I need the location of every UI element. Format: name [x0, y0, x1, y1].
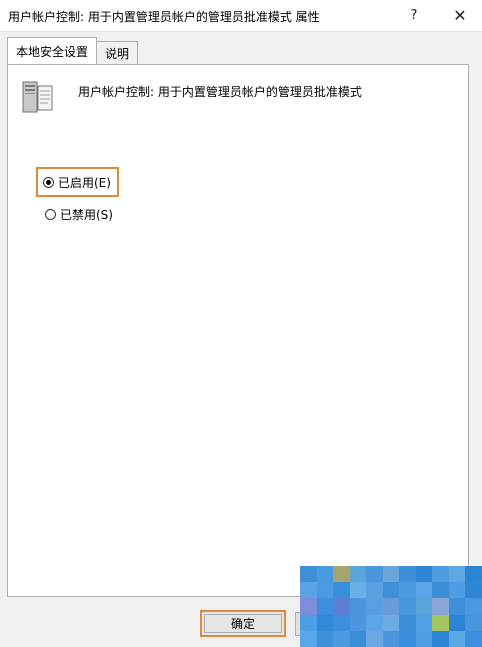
mosaic-cell — [333, 630, 350, 647]
mosaic-cell — [432, 614, 449, 631]
mosaic-cell — [432, 582, 449, 599]
mosaic-cell — [349, 614, 367, 631]
mosaic-cell — [382, 566, 400, 583]
enabled-option[interactable]: 已启用(E) — [36, 167, 119, 197]
disabled-label: 已禁用(S) — [60, 208, 113, 222]
mosaic-cell — [465, 582, 482, 599]
mosaic-cell — [300, 614, 317, 631]
title-bar: 用户帐户控制: 用于内置管理员帐户的管理员批准模式 属性 ? ✕ — [0, 0, 482, 32]
mosaic-cell — [349, 566, 367, 583]
mosaic-cell — [448, 614, 466, 631]
mosaic-cell — [415, 614, 433, 631]
tab-local-security-setting[interactable]: 本地安全设置 — [7, 37, 98, 64]
mosaic-cell — [333, 598, 350, 615]
mosaic-cell — [465, 598, 482, 615]
mosaic-cell — [415, 598, 433, 615]
mosaic-cell — [333, 582, 350, 599]
mosaic-cell — [349, 630, 367, 647]
disabled-option[interactable]: 已禁用(S) — [45, 206, 113, 223]
mosaic-cell — [382, 582, 400, 599]
mosaic-cell — [300, 566, 317, 583]
window-title: 用户帐户控制: 用于内置管理员帐户的管理员批准模式 属性 — [8, 10, 320, 24]
mosaic-cell — [448, 582, 466, 599]
mosaic-cell — [366, 630, 383, 647]
mosaic-cell — [333, 566, 350, 583]
mosaic-cell — [432, 566, 449, 583]
mosaic-cell — [465, 614, 482, 631]
mosaic-cell — [399, 630, 416, 647]
mosaic-cell — [465, 630, 482, 647]
mosaic-cell — [448, 566, 466, 583]
mosaic-cell — [399, 566, 416, 583]
tab-explain[interactable]: 说明 — [97, 41, 139, 64]
help-button[interactable]: ? — [392, 0, 436, 31]
mosaic-cell — [415, 582, 433, 599]
mosaic-cell — [399, 582, 416, 599]
mosaic-cell — [366, 598, 383, 615]
mosaic-cell — [316, 630, 334, 647]
mosaic-cell — [316, 614, 334, 631]
mosaic-cell — [448, 630, 466, 647]
mosaic-cell — [366, 614, 383, 631]
mosaic-cell — [316, 566, 334, 583]
mosaic-cell — [415, 566, 433, 583]
mosaic-cell — [300, 582, 317, 599]
mosaic-cell — [349, 598, 367, 615]
enabled-label: 已启用(E) — [58, 175, 111, 190]
enabled-radio[interactable] — [43, 176, 54, 188]
mosaic-cell — [432, 630, 449, 647]
tab-strip: 本地安全设置 说明 — [7, 37, 139, 65]
mosaic-cell — [316, 582, 334, 599]
close-button[interactable]: ✕ — [438, 0, 482, 31]
mosaic-cell — [316, 598, 334, 615]
mosaic-cell — [382, 630, 400, 647]
mosaic-cell — [448, 598, 466, 615]
mosaic-cell — [415, 630, 433, 647]
mosaic-cell — [382, 614, 400, 631]
mosaic-cell — [300, 598, 317, 615]
policy-title: 用户帐户控制: 用于内置管理员帐户的管理员批准模式 — [78, 85, 362, 99]
pixelated-overlay — [300, 566, 482, 647]
ok-button[interactable]: 确定 — [200, 610, 286, 637]
mosaic-cell — [432, 598, 449, 615]
mosaic-cell — [333, 614, 350, 631]
disabled-radio[interactable] — [45, 209, 56, 220]
tab-panel: 用户帐户控制: 用于内置管理员帐户的管理员批准模式 已启用(E) 已禁用(S) — [7, 64, 469, 597]
server-policy-icon — [22, 81, 53, 113]
mosaic-cell — [366, 582, 383, 599]
mosaic-cell — [349, 582, 367, 599]
mosaic-cell — [399, 598, 416, 615]
mosaic-cell — [300, 630, 317, 647]
mosaic-cell — [382, 598, 400, 615]
mosaic-cell — [366, 566, 383, 583]
mosaic-cell — [399, 614, 416, 631]
mosaic-cell — [465, 566, 482, 583]
ok-button-label: 确定 — [230, 617, 255, 631]
